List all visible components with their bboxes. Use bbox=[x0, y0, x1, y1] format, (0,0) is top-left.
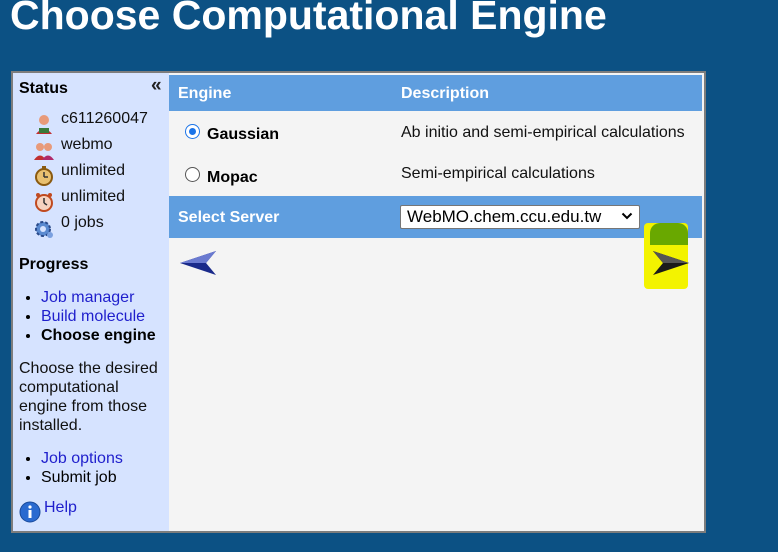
chevron-down-icon bbox=[621, 207, 633, 229]
mopac-label[interactable]: Mopac bbox=[207, 169, 258, 187]
next-arrow-button[interactable] bbox=[651, 249, 691, 277]
group-icon bbox=[33, 139, 55, 161]
status-jobs: 0 jobs bbox=[33, 214, 104, 241]
status-clock: unlimited bbox=[33, 188, 125, 215]
status-group: webmo bbox=[33, 136, 113, 163]
build-molecule-link[interactable]: Build molecule bbox=[41, 308, 145, 325]
mopac-radio[interactable] bbox=[185, 167, 200, 182]
header-engine: Engine bbox=[178, 85, 232, 102]
time-limit-icon bbox=[33, 165, 55, 187]
server-value: WebMO.chem.ccu.edu.tw bbox=[407, 207, 602, 226]
sidebar: Status « c611260047 webmo unlimited unli… bbox=[13, 73, 169, 531]
header-description: Description bbox=[401, 85, 490, 102]
step-submit-job: Submit job bbox=[41, 468, 123, 487]
collapse-sidebar-button[interactable]: « bbox=[151, 75, 162, 97]
page-title: Choose Computational Engine bbox=[10, 0, 607, 38]
progress-steps: Job manager Build molecule Choose engine bbox=[19, 288, 156, 345]
main-frame: Status « c611260047 webmo unlimited unli… bbox=[11, 71, 706, 533]
step-description: Choose the desired computational engine … bbox=[19, 360, 158, 434]
server-bar: Select Server WebMO.chem.ccu.edu.tw bbox=[169, 196, 702, 238]
gaussian-description: Ab initio and semi-empirical calculation… bbox=[401, 124, 685, 141]
status-heading: Status bbox=[19, 80, 68, 97]
jobs-gear-icon bbox=[33, 217, 55, 239]
progress-heading: Progress bbox=[19, 256, 89, 273]
job-manager-link[interactable]: Job manager bbox=[41, 289, 134, 306]
status-user: c611260047 bbox=[33, 110, 148, 137]
server-label: Select Server bbox=[178, 209, 280, 226]
server-select[interactable]: WebMO.chem.ccu.edu.tw bbox=[400, 205, 640, 229]
step-build-molecule: Build molecule bbox=[41, 307, 156, 326]
next-steps: Job options Submit job bbox=[19, 449, 123, 487]
table-header: Engine Description bbox=[169, 75, 702, 111]
user-icon bbox=[33, 113, 55, 135]
highlight-mark-top bbox=[650, 223, 688, 245]
help-link[interactable]: Help bbox=[44, 499, 77, 517]
mopac-description: Semi-empirical calculations bbox=[401, 165, 595, 182]
back-arrow-button[interactable] bbox=[178, 249, 218, 277]
status-time-limit: unlimited bbox=[33, 162, 125, 189]
gaussian-label[interactable]: Gaussian bbox=[207, 126, 279, 144]
job-options-link[interactable]: Job options bbox=[41, 450, 123, 467]
gaussian-radio[interactable] bbox=[185, 124, 200, 139]
step-choose-engine: Choose engine bbox=[41, 326, 156, 345]
clock-icon bbox=[33, 191, 55, 213]
help: Help bbox=[19, 499, 77, 528]
engine-content: Engine Description Gaussian Ab initio an… bbox=[169, 73, 704, 531]
engine-row-gaussian[interactable]: Gaussian Ab initio and semi-empirical ca… bbox=[169, 113, 702, 153]
info-icon bbox=[19, 501, 41, 528]
step-job-options: Job options bbox=[41, 449, 123, 468]
step-job-manager: Job manager bbox=[41, 288, 156, 307]
engine-row-mopac[interactable]: Mopac Semi-empirical calculations bbox=[169, 155, 702, 195]
